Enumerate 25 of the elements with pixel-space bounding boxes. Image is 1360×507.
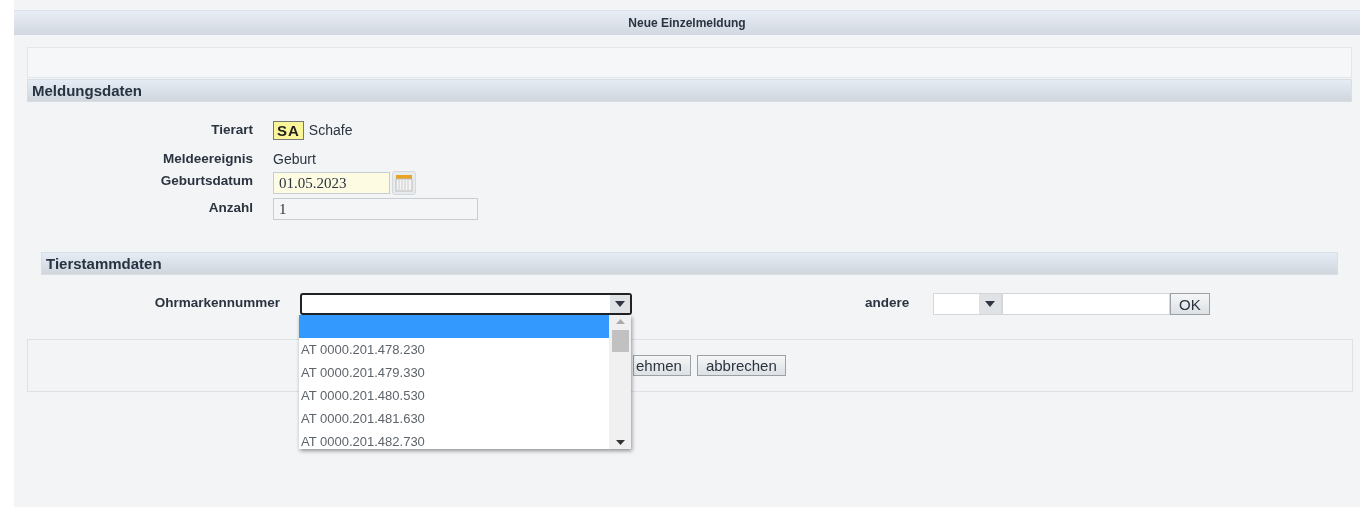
species-code: SA [273,121,304,140]
field-label: andere [865,294,911,312]
window-title: Neue Einzelmeldung [14,10,1360,35]
action-button[interactable]: abbrechen [696,355,786,376]
field-label: Tierart [210,121,254,139]
dropdown-option[interactable]: AT 0000.201.482.730 [299,430,609,449]
section-header: Meldungsdaten [27,79,1352,102]
date-field[interactable]: 01.05.2023 [273,172,390,194]
ok-button[interactable]: OK [1170,293,1210,315]
field-value: Geburt [273,150,316,169]
ear-tag-select[interactable] [300,293,632,315]
action-button[interactable]: ehmen [633,355,691,376]
field-label: Geburtsdatum [159,172,254,190]
section-header: Tierstammdaten [41,252,1338,275]
scrollbar-thumb[interactable] [611,330,629,352]
input-field[interactable]: 1 [273,198,478,220]
field-label: Anzahl [207,199,254,217]
species-name: Schafe [308,121,353,140]
field-label: Meldeereignis [161,150,254,168]
input-field[interactable] [1002,293,1170,315]
calendar-icon[interactable] [392,171,416,195]
field-label: Ohrmarkennummer [153,294,281,312]
other-select[interactable] [933,293,1002,315]
scroll-down-icon[interactable] [615,440,625,445]
scroll-up-icon[interactable] [615,319,625,324]
